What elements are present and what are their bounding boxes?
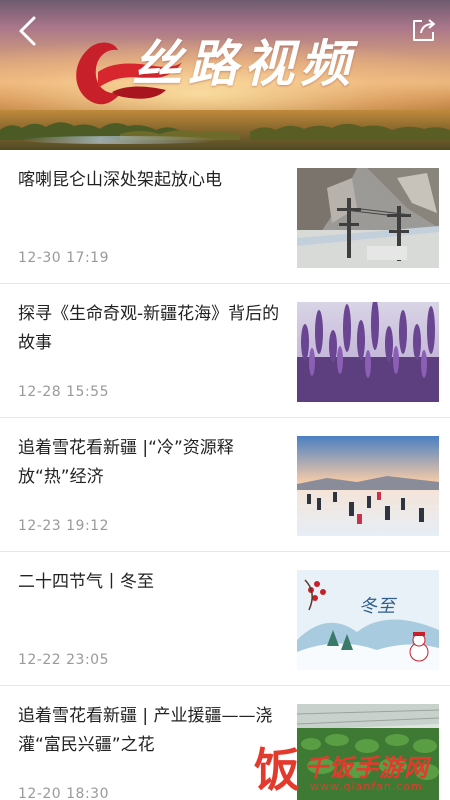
svg-text:饭: 饭: [254, 743, 300, 797]
news-title: 探寻《生命奇观-新疆花海》背后的故事: [18, 304, 280, 353]
news-item[interactable]: 二十四节气丨冬至 12-22 23:05 冬至: [0, 552, 450, 686]
svg-text:冬至: 冬至: [359, 596, 398, 617]
news-title: 喀喇昆仑山深处架起放心电: [18, 170, 222, 190]
news-item[interactable]: 追着雪花看新疆 |“冷”资源释放“热”经济 12-23 19:12: [0, 418, 450, 552]
header-banner: 丝路视频: [0, 0, 450, 150]
news-title: 二十四节气丨冬至: [18, 572, 154, 592]
news-title: 追着雪花看新疆 |“冷”资源释放“热”经济: [18, 438, 234, 487]
mountain-power-tower-photo: [297, 168, 439, 268]
snow-field-people-photo: [297, 436, 439, 536]
news-time: 12-23 19:12: [18, 518, 109, 534]
news-thumbnail[interactable]: [297, 168, 439, 268]
watermark: 饭 千饭手游网 www.qianfan.com: [252, 734, 448, 800]
watermark-logo-icon: 饭: [254, 743, 300, 797]
share-icon: [413, 19, 435, 41]
watermark-text: 千饭手游网: [304, 754, 429, 782]
winter-solstice-illustration: 冬至: [297, 570, 439, 670]
news-list: 喀喇昆仑山深处架起放心电 12-30 17:19 探寻《生命奇观-新疆花海》背后…: [0, 150, 450, 800]
share-button[interactable]: [410, 16, 438, 44]
lavander-field-photo: [297, 302, 439, 402]
banner-river: [20, 136, 220, 144]
watermark-url: www.qianfan.com: [310, 780, 423, 793]
news-item[interactable]: 喀喇昆仑山深处架起放心电 12-30 17:19: [0, 150, 450, 284]
news-time: 12-20 18:30: [18, 786, 109, 800]
news-thumbnail[interactable]: 冬至: [297, 570, 439, 670]
news-time: 12-22 23:05: [18, 652, 109, 668]
news-item[interactable]: 探寻《生命奇观-新疆花海》背后的故事 12-28 15:55: [0, 284, 450, 418]
news-time: 12-30 17:19: [18, 250, 109, 266]
back-button[interactable]: [14, 14, 42, 48]
news-title: 追着雪花看新疆 | 产业援疆——浇灌“富民兴疆”之花: [18, 706, 273, 755]
news-time: 12-28 15:55: [18, 384, 109, 400]
news-thumbnail[interactable]: [297, 302, 439, 402]
back-icon: [19, 16, 36, 46]
logo-text: 丝路视频: [132, 34, 356, 93]
news-thumbnail[interactable]: [297, 436, 439, 536]
